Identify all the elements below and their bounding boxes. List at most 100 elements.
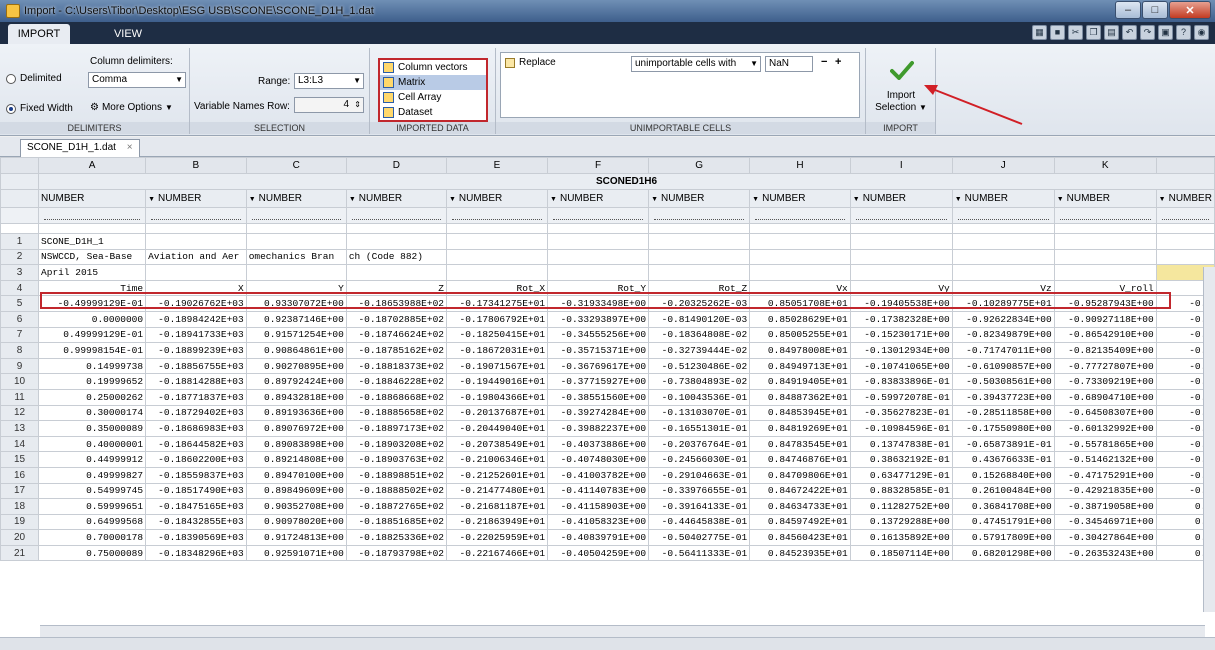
table-cell[interactable]: 0.91571254E+00 bbox=[245, 326, 347, 344]
table-cell[interactable]: 0.92591071E+00 bbox=[245, 544, 347, 562]
table-cell[interactable]: Rot_Z bbox=[648, 279, 751, 297]
table-cell[interactable] bbox=[951, 264, 1055, 281]
spinner-icon[interactable]: ⇕ bbox=[354, 98, 361, 112]
table-cell[interactable]: -0.18644582E+03 bbox=[145, 435, 247, 453]
table-cell[interactable]: -0.20137687E+01 bbox=[445, 404, 549, 422]
table-cell[interactable]: April 2015 bbox=[38, 264, 147, 281]
table-cell[interactable]: -0.40839791E+00 bbox=[547, 529, 650, 546]
table-cell[interactable]: Y bbox=[245, 279, 347, 297]
table-cell[interactable]: -0.36769617E+00 bbox=[547, 357, 650, 375]
table-row[interactable]: 20 0.70000178 -0.18390569E+03 0.91724813E+0… bbox=[0, 529, 1215, 546]
table-cell[interactable]: 0.84853945E+01 bbox=[749, 404, 851, 422]
table-cell[interactable] bbox=[445, 248, 549, 266]
table-cell[interactable]: 0.84746876E+01 bbox=[749, 451, 851, 468]
table-cell[interactable]: 0.57917809E+00 bbox=[951, 529, 1055, 546]
table-cell[interactable]: 0.89432818E+00 bbox=[245, 388, 347, 406]
table-row[interactable]: 9 0.14999738 -0.18856755E+03 0.90270895E+00… bbox=[0, 357, 1215, 375]
table-cell[interactable]: 0.90270895E+00 bbox=[245, 357, 347, 375]
table-cell[interactable]: 0.19999652 bbox=[38, 373, 147, 390]
table-cell[interactable]: -0.18602200E+03 bbox=[145, 451, 247, 468]
table-cell[interactable]: 0.54999745 bbox=[38, 482, 147, 500]
table-cell[interactable]: Vx bbox=[749, 279, 851, 297]
table-cell[interactable]: -0.44645838E-01 bbox=[648, 513, 751, 531]
table-cell[interactable] bbox=[951, 233, 1055, 250]
table-cell[interactable]: 0.89193636E+00 bbox=[245, 404, 347, 422]
table-cell[interactable]: -0.18898851E+02 bbox=[345, 466, 447, 484]
column-format-cell[interactable] bbox=[547, 207, 650, 224]
table-cell[interactable]: -0.33976655E-01 bbox=[648, 482, 751, 500]
option-cell-array[interactable]: Cell Array bbox=[380, 90, 486, 105]
minimize-icon[interactable]: – bbox=[1115, 1, 1141, 19]
table-cell[interactable]: -0.30427864E+00 bbox=[1053, 529, 1157, 546]
settings-icon[interactable]: ◉ bbox=[1194, 25, 1209, 40]
table-cell[interactable]: 0.84672422E+01 bbox=[749, 482, 851, 500]
table-cell[interactable]: -0.21006346E+01 bbox=[445, 451, 549, 468]
table-cell[interactable]: 0.35000089 bbox=[38, 420, 147, 437]
table-cell[interactable]: -0.31933498E+00 bbox=[547, 295, 650, 312]
table-cell[interactable]: -0.18856755E+03 bbox=[145, 357, 247, 375]
table-cell[interactable]: -0.18348296E+03 bbox=[145, 544, 247, 562]
column-type-select[interactable]: ▼ NUMBER bbox=[1155, 189, 1215, 208]
table-cell[interactable]: -0.17341275E+01 bbox=[445, 295, 549, 312]
table-cell[interactable]: 0.64999568 bbox=[38, 513, 147, 531]
table-cell[interactable]: -0.18653988E+02 bbox=[345, 295, 447, 312]
table-cell[interactable] bbox=[445, 264, 549, 281]
table-cell[interactable]: 0.89792424E+00 bbox=[245, 373, 347, 390]
table-cell[interactable] bbox=[1053, 233, 1157, 250]
table-cell[interactable]: -0.39274284E+00 bbox=[547, 404, 650, 422]
column-header[interactable]: H bbox=[749, 157, 851, 174]
table-cell[interactable]: 0.75000089 bbox=[38, 544, 147, 562]
table-cell[interactable]: -0.21252601E+01 bbox=[445, 466, 549, 484]
table-cell[interactable]: 0.44999912 bbox=[38, 451, 147, 468]
fixed-width-radio[interactable] bbox=[6, 103, 16, 114]
table-cell[interactable]: Vy bbox=[849, 279, 953, 297]
table-cell[interactable]: -0.10984596E-01 bbox=[849, 420, 953, 437]
table-row[interactable]: 13 0.35000089 -0.18686983E+03 0.89076972E+0… bbox=[0, 420, 1215, 437]
column-type-select[interactable]: ▼ NUMBER bbox=[245, 189, 347, 208]
table-cell[interactable]: 0.15268840E+00 bbox=[951, 466, 1055, 484]
table-cell[interactable]: -0.10289775E+01 bbox=[951, 295, 1055, 312]
table-cell[interactable]: -0.24566030E-01 bbox=[648, 451, 751, 468]
fixed-width-option[interactable]: Fixed Width bbox=[6, 103, 73, 114]
table-cell[interactable]: -0.18846228E+02 bbox=[345, 373, 447, 390]
spreadsheet-table[interactable]: A B C D E F G H I J K SCONED1H6 NUMBER ▼ NUMBER ▼ NUMBER… bbox=[0, 157, 1215, 562]
table-cell[interactable] bbox=[648, 264, 751, 281]
variable-names-row-spinner[interactable]: 4 ⇕ bbox=[294, 97, 364, 113]
table-cell[interactable]: -0.77727807E+00 bbox=[1053, 357, 1157, 375]
table-cell[interactable]: 0.47451791E+00 bbox=[951, 513, 1055, 531]
table-cell[interactable] bbox=[145, 233, 247, 250]
table-cell[interactable]: -0.34546971E+00 bbox=[1053, 513, 1157, 531]
table-cell[interactable]: -0.68904710E+00 bbox=[1053, 388, 1157, 406]
option-column-vectors[interactable]: Column vectors bbox=[380, 60, 486, 75]
table-cell[interactable]: -0.41140783E+00 bbox=[547, 482, 650, 500]
column-type-select[interactable]: ▼ NUMBER bbox=[749, 189, 851, 208]
table-cell[interactable]: -0.20376764E-01 bbox=[648, 435, 751, 453]
table-cell[interactable]: -0.59972078E-01 bbox=[849, 388, 953, 406]
table-cell[interactable]: 0.25000262 bbox=[38, 388, 147, 406]
table-cell[interactable]: -0.56411333E-01 bbox=[648, 544, 751, 562]
table-cell[interactable]: -0.50402775E-01 bbox=[648, 529, 751, 546]
table-cell[interactable]: 0.84919405E+01 bbox=[749, 373, 851, 390]
column-format-cell[interactable] bbox=[345, 207, 447, 224]
table-cell[interactable]: -0.28511858E+00 bbox=[951, 404, 1055, 422]
table-cell[interactable] bbox=[849, 248, 953, 266]
table-cell[interactable]: -0.51230486E-02 bbox=[648, 357, 751, 375]
unimportable-action-select[interactable]: unimportable cells with ▼ bbox=[631, 56, 761, 72]
column-header[interactable]: J bbox=[951, 157, 1055, 174]
table-cell[interactable] bbox=[749, 233, 851, 250]
table-cell[interactable]: -0.81490120E-03 bbox=[648, 310, 751, 328]
table-cell[interactable]: 0.13747838E-01 bbox=[849, 435, 953, 453]
cut-icon[interactable]: ✂ bbox=[1068, 25, 1083, 40]
table-cell[interactable]: NSWCCD, Sea-Base bbox=[38, 248, 147, 266]
copy-icon[interactable]: ❐ bbox=[1086, 25, 1101, 40]
import-check-icon[interactable] bbox=[890, 60, 914, 80]
more-options-button[interactable]: ⚙ More Options ▼ bbox=[90, 102, 173, 113]
table-cell[interactable]: -0.32739444E-02 bbox=[648, 342, 751, 359]
close-tab-icon[interactable]: × bbox=[127, 142, 133, 153]
table-cell[interactable]: -0.39882237E+00 bbox=[547, 420, 650, 437]
table-cell[interactable]: -0.29104663E-01 bbox=[648, 466, 751, 484]
table-cell[interactable]: -0.19804366E+01 bbox=[445, 388, 549, 406]
column-format-cell[interactable] bbox=[245, 207, 347, 224]
table-cell[interactable]: -0.18885658E+02 bbox=[345, 404, 447, 422]
table-cell[interactable] bbox=[648, 248, 751, 266]
